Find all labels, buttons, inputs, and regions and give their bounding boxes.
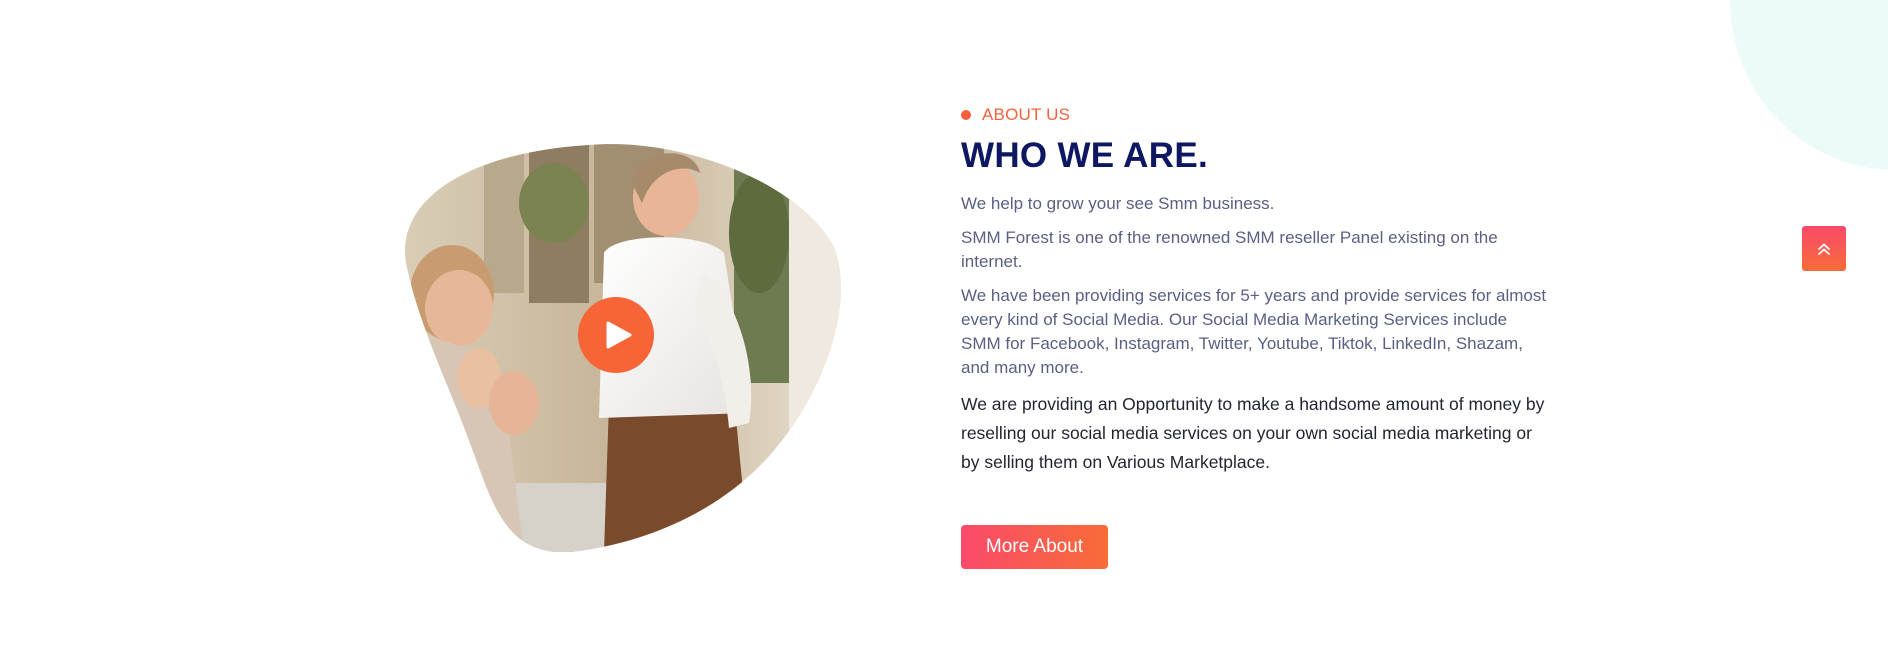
section-eyebrow: ABOUT US (961, 104, 1551, 126)
double-chevron-up-icon (1818, 243, 1830, 255)
about-paragraph-4: We are providing an Opportunity to make … (961, 394, 1545, 472)
section-title: WHO WE ARE. (961, 136, 1208, 175)
eyebrow-label: ABOUT US (982, 105, 1071, 124)
decorative-corner-shape (1730, 0, 1888, 170)
about-paragraph-2: SMM Forest is one of the renowned SMM re… (961, 228, 1498, 271)
play-icon (606, 321, 631, 349)
dot-icon (961, 110, 971, 120)
about-paragraph-1: We help to grow your see Smm business. (961, 194, 1275, 213)
scroll-to-top-button[interactable] (1802, 226, 1846, 271)
more-about-button[interactable]: More About (961, 525, 1108, 569)
about-section: ABOUT US WHO WE ARE. We help to grow you… (0, 0, 1888, 670)
about-content: ABOUT US WHO WE ARE. We help to grow you… (961, 104, 1551, 477)
play-video-button[interactable] (578, 297, 654, 373)
about-paragraph-3: We have been providing services for 5+ y… (961, 286, 1547, 377)
